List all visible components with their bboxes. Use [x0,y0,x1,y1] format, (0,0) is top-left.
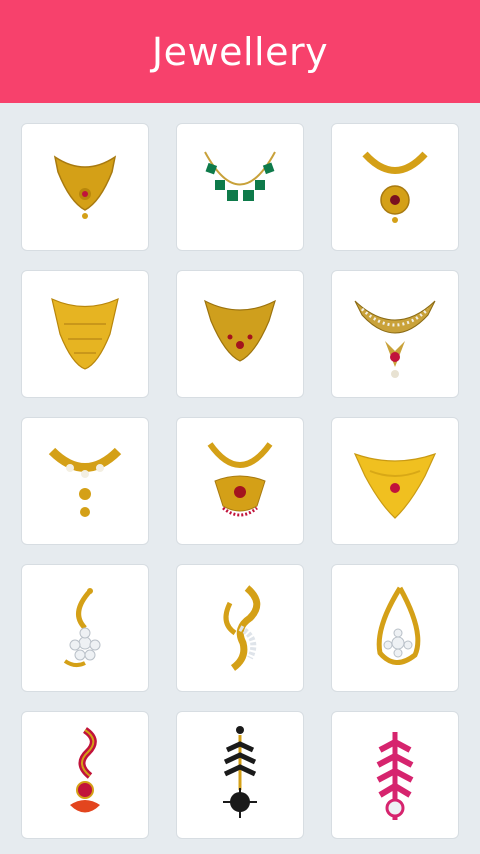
gold-v-necklace-icon [353,452,437,519]
jewellery-item[interactable] [331,417,459,545]
gold-choker-necklace-icon [53,155,117,219]
gold-bib-necklace-icon [51,297,119,370]
jewellery-item[interactable] [176,270,304,398]
jewellery-item[interactable] [176,417,304,545]
red-bindi-icon [70,727,100,813]
jewellery-item[interactable] [176,564,304,692]
diamond-pendant-icon [63,588,101,668]
swirl-pendant-icon [223,585,261,671]
jewellery-item[interactable] [21,270,149,398]
gold-pendant-necklace-icon [362,151,428,223]
jewellery-item[interactable] [331,270,459,398]
jewellery-item[interactable] [331,123,459,251]
pink-bindi-icon [376,732,414,820]
page-title: Jewellery [151,29,329,74]
gold-stone-necklace-icon [48,447,122,517]
emerald-necklace-icon [204,151,276,201]
temple-necklace-icon [207,442,273,517]
jewellery-item[interactable] [331,711,459,839]
teardrop-pendant-icon [376,586,421,665]
jewellery-item[interactable] [21,417,149,545]
jewellery-item[interactable] [176,711,304,839]
kundan-necklace-icon [354,300,436,378]
app-header: Jewellery [0,0,480,103]
gold-beaded-necklace-icon [204,299,276,362]
jewellery-item[interactable] [331,564,459,692]
jewellery-item[interactable] [21,711,149,839]
jewellery-item[interactable] [21,123,149,251]
jewellery-item[interactable] [176,123,304,251]
jewellery-grid [0,103,480,854]
jewellery-item[interactable] [21,564,149,692]
black-bindi-icon [223,726,257,818]
